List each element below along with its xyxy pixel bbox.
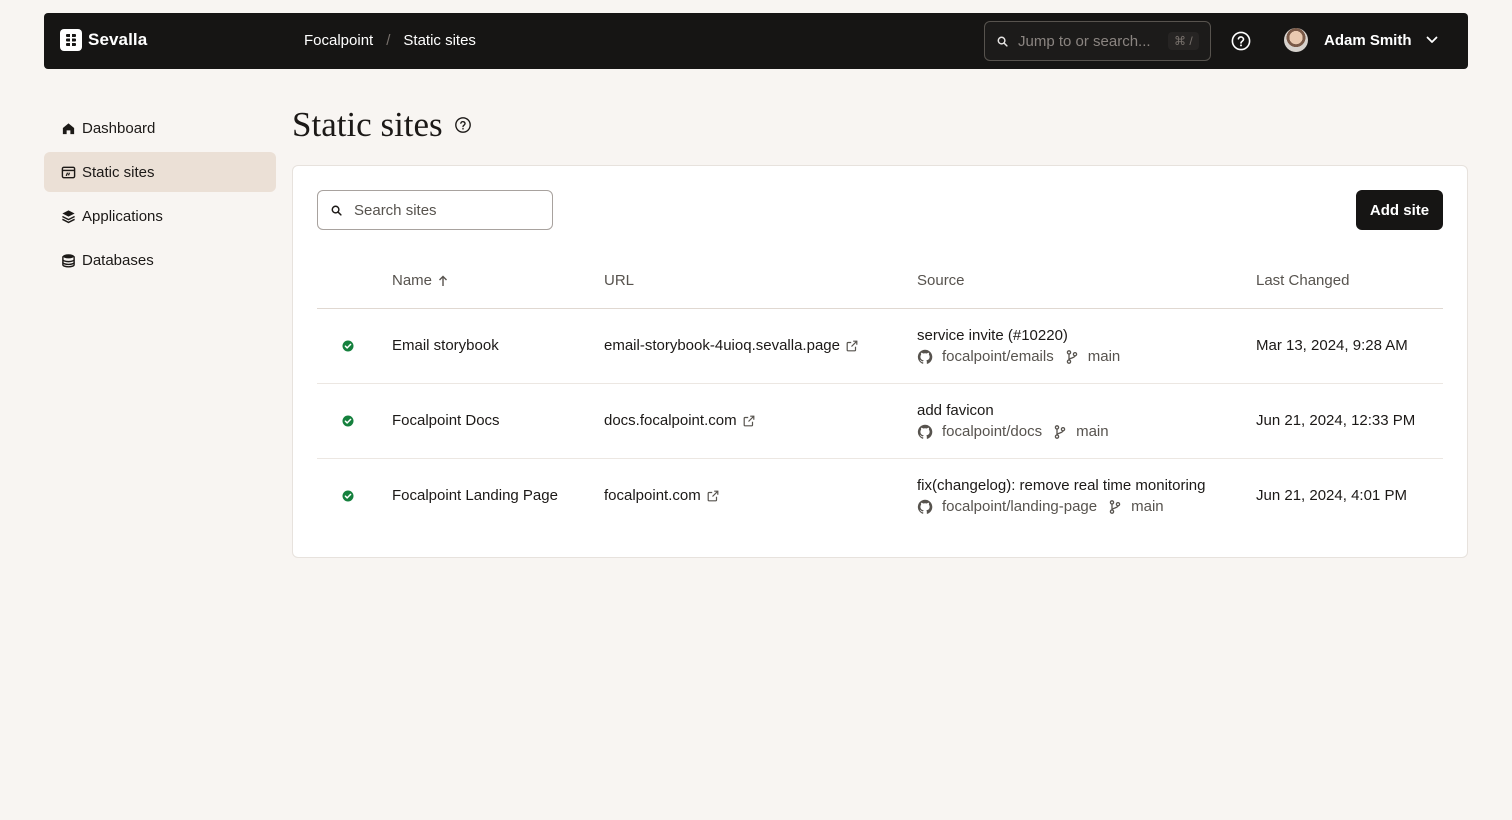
sidebar-item-static-sites[interactable]: Static sites <box>44 152 276 192</box>
github-icon <box>917 499 933 514</box>
help-icon[interactable] <box>454 116 472 134</box>
breadcrumb: Focalpoint / Static sites <box>304 32 476 49</box>
column-header-name[interactable]: Name <box>392 272 448 289</box>
commit-message: fix(changelog): remove real time monitor… <box>917 477 1206 494</box>
global-search-input[interactable] <box>1018 32 1158 50</box>
layers-icon <box>62 209 75 223</box>
git-branch-icon <box>1109 499 1121 514</box>
branch-name: main <box>1087 348 1121 365</box>
add-site-button[interactable]: Add site <box>1356 190 1443 230</box>
table-header: Name URL Source Last Changed <box>317 256 1443 309</box>
git-branch-icon <box>1054 424 1066 439</box>
source-meta: focalpoint/landing-page main <box>917 498 1205 515</box>
site-name[interactable]: Focalpoint Landing Page <box>392 487 558 504</box>
site-url-link[interactable]: email-storybook-4uioq.sevalla.page <box>604 337 858 354</box>
table-row[interactable]: Focalpoint Docs docs.focalpoint.com add … <box>317 384 1443 459</box>
table-row[interactable]: Focalpoint Landing Page focalpoint.com f… <box>317 459 1443 534</box>
last-changed: Jun 21, 2024, 4:01 PM <box>1256 487 1407 504</box>
source-meta: focalpoint/docs main <box>917 423 1109 440</box>
sidebar-item-label: Databases <box>82 251 154 269</box>
git-branch-icon <box>1066 349 1077 364</box>
avatar <box>1284 28 1308 52</box>
site-url: email-storybook-4uioq.sevalla.page <box>604 337 840 354</box>
commit-message: service invite (#10220) <box>917 327 1068 344</box>
breadcrumb-current[interactable]: Static sites <box>403 32 476 49</box>
site-name[interactable]: Focalpoint Docs <box>392 412 500 429</box>
sidebar-item-dashboard[interactable]: Dashboard <box>44 108 276 148</box>
status-success-icon <box>342 415 354 427</box>
search-sites[interactable] <box>317 190 553 230</box>
chevron-down-icon <box>1426 36 1437 43</box>
sidebar-item-label: Applications <box>82 207 163 225</box>
search-icon <box>997 36 1008 47</box>
search-sites-input[interactable] <box>354 201 544 219</box>
column-header-source[interactable]: Source <box>917 272 965 289</box>
branch-name: main <box>1131 498 1164 515</box>
site-url: focalpoint.com <box>604 487 701 504</box>
last-changed: Mar 13, 2024, 9:28 AM <box>1256 337 1408 354</box>
github-icon <box>917 349 933 364</box>
sidebar-item-applications[interactable]: Applications <box>44 196 276 236</box>
page-header: Static sites <box>292 105 472 145</box>
status-success-icon <box>342 490 354 502</box>
site-source: add favicon focalpoint/docs main <box>917 402 1109 440</box>
sort-ascending-icon <box>439 275 448 286</box>
breadcrumb-separator: / <box>386 32 391 49</box>
help-icon[interactable] <box>1230 30 1252 52</box>
site-url: docs.focalpoint.com <box>604 412 737 429</box>
shortcut-hint: ⌘ / <box>1168 32 1199 50</box>
site-source: service invite (#10220) focalpoint/email… <box>917 327 1120 365</box>
search-icon <box>331 205 342 216</box>
site-name[interactable]: Email storybook <box>392 337 499 354</box>
site-url-link[interactable]: focalpoint.com <box>604 487 719 504</box>
repo-link[interactable]: focalpoint/docs <box>942 423 1042 440</box>
site-url-link[interactable]: docs.focalpoint.com <box>604 412 755 429</box>
column-label: Name <box>392 272 433 289</box>
sidebar-item-databases[interactable]: Databases <box>44 240 276 280</box>
global-search[interactable]: ⌘ / <box>984 21 1211 61</box>
page-title: Static sites <box>292 105 443 144</box>
user-name: Adam Smith <box>1324 31 1412 49</box>
status-success-icon <box>342 340 354 352</box>
home-icon <box>62 122 75 134</box>
branch-name: main <box>1076 423 1109 440</box>
table-row[interactable]: Email storybook email-storybook-4uioq.se… <box>317 309 1443 384</box>
external-link-icon <box>743 415 754 426</box>
brand[interactable]: Sevalla <box>60 29 147 51</box>
source-meta: focalpoint/emails main <box>917 348 1120 365</box>
last-changed: Jun 21, 2024, 12:33 PM <box>1256 412 1416 429</box>
external-link-icon <box>846 340 858 351</box>
github-icon <box>917 424 933 439</box>
sidebar-item-label: Static sites <box>82 163 155 181</box>
app-name: Sevalla <box>88 30 148 49</box>
table-body: Email storybook email-storybook-4uioq.se… <box>317 309 1443 534</box>
top-bar: Sevalla Focalpoint / Static sites ⌘ / Ad… <box>44 13 1468 69</box>
column-header-last-changed[interactable]: Last Changed <box>1256 272 1349 289</box>
database-icon <box>62 253 75 267</box>
site-source: fix(changelog): remove real time monitor… <box>917 477 1205 515</box>
external-link-icon <box>707 490 719 501</box>
user-menu[interactable]: Adam Smith <box>1284 28 1438 52</box>
repo-link[interactable]: focalpoint/landing-page <box>942 498 1097 515</box>
sidebar: Dashboard Static sites Applications Data… <box>44 108 276 284</box>
repo-link[interactable]: focalpoint/emails <box>942 348 1054 365</box>
sites-table: Name URL Source Last Changed Email story… <box>317 256 1443 534</box>
column-header-url[interactable]: URL <box>604 272 634 289</box>
commit-message: add favicon <box>917 402 994 419</box>
breadcrumb-company[interactable]: Focalpoint <box>304 32 373 49</box>
sites-card: Add site Name URL Source Last Changed Em… <box>292 165 1468 558</box>
sidebar-item-label: Dashboard <box>82 119 156 137</box>
static-site-icon <box>61 166 76 178</box>
sevalla-logo-icon <box>60 29 82 51</box>
